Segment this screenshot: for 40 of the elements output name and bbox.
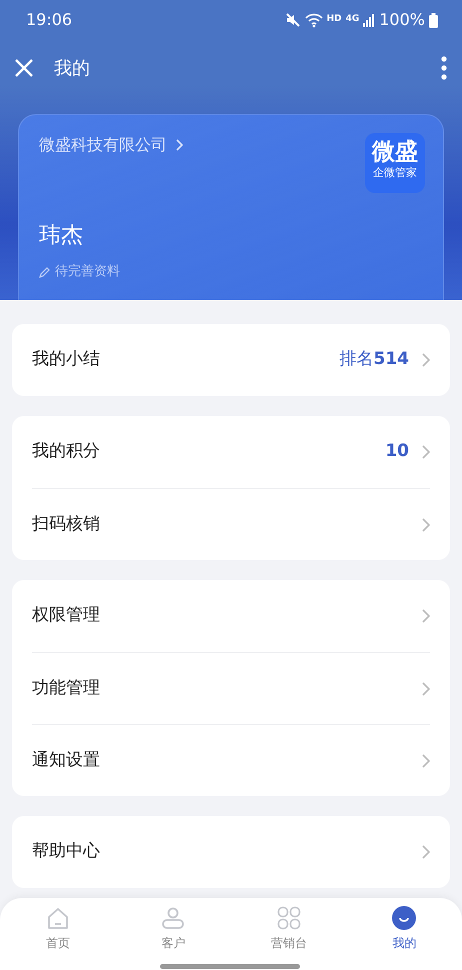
menu-item[interactable]: 帮助中心 [32, 816, 430, 888]
menu-item[interactable]: 权限管理 [32, 580, 430, 652]
clock-text: 19:06 [26, 9, 72, 31]
chevron-right-icon [175, 139, 183, 151]
close-icon [14, 58, 34, 78]
battery-icon [429, 12, 438, 28]
battery-percent: 100% [379, 9, 425, 31]
menu-item[interactable]: 扫码核销 [32, 488, 430, 560]
user-name: 玮杰 [39, 222, 84, 250]
smile-icon [392, 906, 416, 930]
chevron-right-icon [421, 682, 430, 696]
home-icon [46, 906, 70, 930]
wifi-icon [304, 12, 323, 28]
signal-icon [363, 13, 376, 27]
chevron-right-icon [421, 518, 430, 532]
chevron-right-icon [421, 445, 430, 459]
logo-subtitle: 企微管家 [372, 167, 418, 178]
more-icon [440, 56, 448, 80]
menu-item[interactable]: 我的积分 10 [32, 416, 430, 488]
network-label: HD [326, 13, 342, 26]
chevron-right-icon [421, 845, 430, 859]
close-button[interactable] [14, 58, 34, 78]
pencil-icon [39, 266, 51, 278]
menu-item[interactable]: 通知设置 [32, 724, 430, 796]
muted-speaker-icon [284, 12, 301, 28]
more-button[interactable] [440, 56, 448, 80]
person-icon [161, 906, 186, 930]
chevron-right-icon [421, 609, 430, 623]
network-type: 4G [346, 13, 360, 26]
grid-icon [276, 906, 301, 930]
page-title: 我的 [54, 56, 90, 80]
chevron-right-icon [421, 353, 430, 367]
tab[interactable]: 营销台 [258, 898, 319, 970]
tab[interactable]: 我的 [374, 898, 434, 970]
tab[interactable]: 客户 [143, 898, 204, 970]
menu-item[interactable]: 我的小结 排名514 [32, 324, 430, 396]
logo-title: 微盛 [370, 141, 419, 164]
tab[interactable]: 首页 [28, 898, 88, 970]
chevron-right-icon [421, 754, 430, 768]
menu-item[interactable]: 功能管理 [32, 652, 430, 724]
